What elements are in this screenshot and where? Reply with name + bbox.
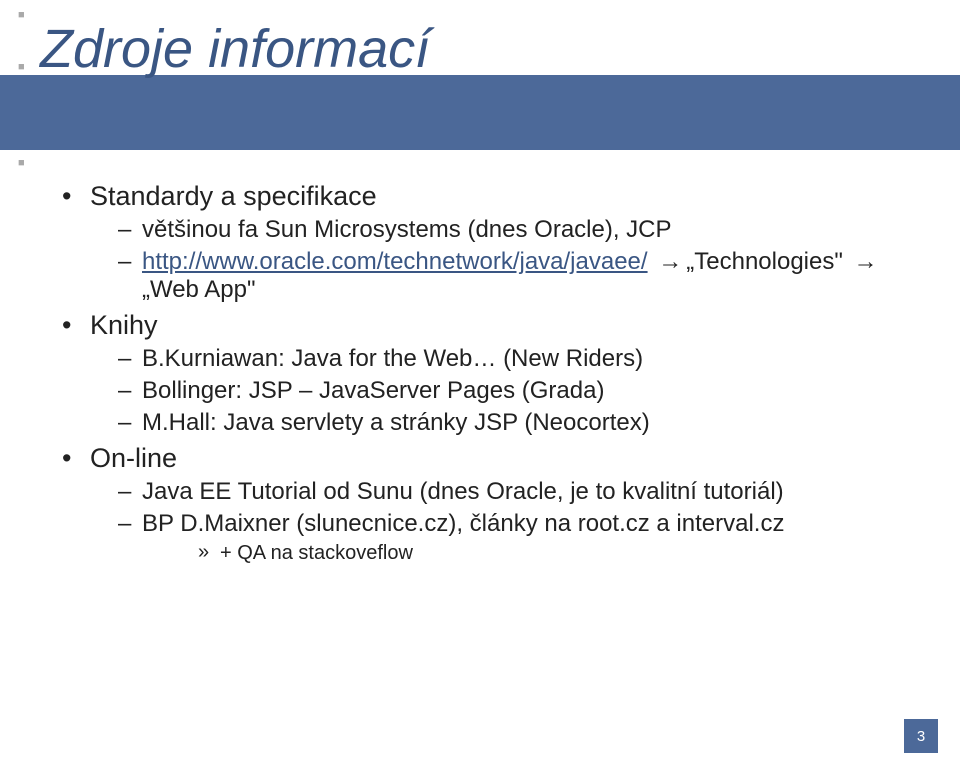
list-item: Bollinger: JSP – JavaServer Pages (Grada…: [118, 377, 920, 405]
item-label: Standardy a specifikace: [90, 181, 377, 211]
list-item: Standardy a specifikace většinou fa Sun …: [62, 181, 920, 304]
item-label: + QA na stackoveflow: [220, 542, 413, 564]
decorative-dot: ■: [18, 10, 25, 21]
arrow-icon: →: [850, 248, 882, 276]
decorative-dot: ■: [18, 62, 25, 73]
list-item: Knihy B.Kurniawan: Java for the Web… (Ne…: [62, 310, 920, 437]
decorative-dot: ■: [18, 158, 25, 169]
list-item: B.Kurniawan: Java for the Web… (New Ride…: [118, 345, 920, 373]
list-item: http://www.oracle.com/technetwork/java/j…: [118, 248, 920, 304]
item-label: B.Kurniawan: Java for the Web… (New Ride…: [142, 345, 643, 372]
item-label: BP D.Maixner (slunecnice.cz), články na …: [142, 510, 784, 537]
item-label: většinou fa Sun Microsystems (dnes Oracl…: [142, 216, 672, 243]
breadcrumb-part: „Web App": [142, 276, 255, 303]
list-item: On-line Java EE Tutorial od Sunu (dnes O…: [62, 443, 920, 565]
item-label: M.Hall: Java servlety a stránky JSP (Neo…: [142, 409, 650, 436]
slide-title: Zdroje informací: [40, 18, 430, 80]
breadcrumb-part: „Technologies": [686, 248, 843, 275]
item-label: On-line: [90, 443, 177, 473]
list-item: + QA na stackoveflow: [198, 542, 920, 565]
item-label: Java EE Tutorial od Sunu (dnes Oracle, j…: [142, 478, 784, 505]
slide: ■ ■ ■ Zdroje informací Standardy a speci…: [0, 0, 960, 773]
title-band: [0, 75, 960, 150]
arrow-icon: →: [654, 248, 686, 276]
page-number: 3: [904, 719, 938, 753]
slide-content: Standardy a specifikace většinou fa Sun …: [62, 175, 920, 571]
list-item: BP D.Maixner (slunecnice.cz), články na …: [118, 510, 920, 565]
url-link[interactable]: http://www.oracle.com/technetwork/java/j…: [142, 248, 648, 275]
list-item: M.Hall: Java servlety a stránky JSP (Neo…: [118, 409, 920, 437]
list-item: většinou fa Sun Microsystems (dnes Oracl…: [118, 216, 920, 244]
list-item: Java EE Tutorial od Sunu (dnes Oracle, j…: [118, 478, 920, 506]
item-label: Knihy: [90, 310, 158, 340]
item-label: Bollinger: JSP – JavaServer Pages (Grada…: [142, 377, 604, 404]
